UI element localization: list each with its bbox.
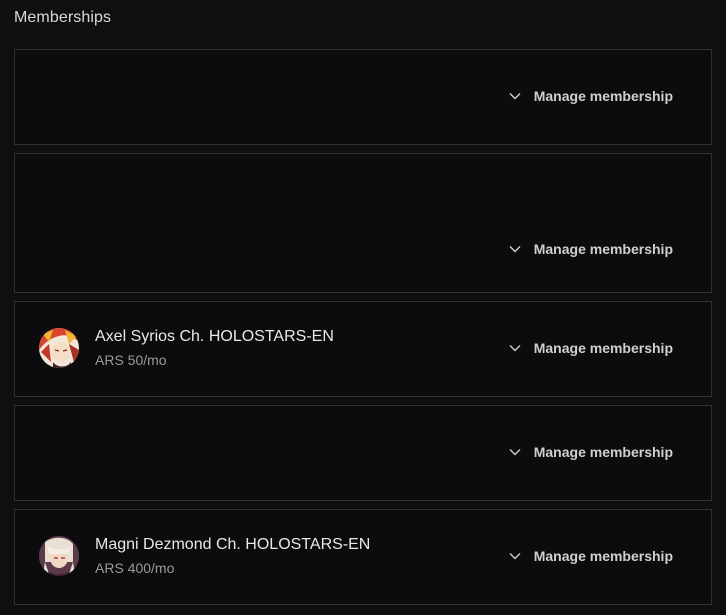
chevron-down-icon xyxy=(508,549,522,563)
manage-membership-label: Manage membership xyxy=(533,548,673,564)
membership-card: Axel Syrios Ch. HOLOSTARS-EN ARS 50/mo M… xyxy=(14,301,712,397)
channel-name[interactable]: Magni Dezmond Ch. HOLOSTARS-EN xyxy=(95,535,370,555)
manage-membership-button[interactable]: Manage membership xyxy=(508,241,673,257)
manage-membership-label: Manage membership xyxy=(533,340,673,356)
manage-membership-button[interactable]: Manage membership xyxy=(508,88,673,104)
membership-card: Manage membership xyxy=(14,49,712,145)
channel-info: Axel Syrios Ch. HOLOSTARS-EN ARS 50/mo xyxy=(39,327,334,369)
manage-membership-label: Manage membership xyxy=(533,88,673,104)
chevron-down-icon xyxy=(508,341,522,355)
channel-info: Magni Dezmond Ch. HOLOSTARS-EN ARS 400/m… xyxy=(39,535,370,577)
membership-card: Manage membership xyxy=(14,405,712,501)
chevron-down-icon xyxy=(508,89,522,103)
manage-membership-label: Manage membership xyxy=(533,241,673,257)
membership-price: ARS 400/mo xyxy=(95,560,175,576)
page-title: Memberships xyxy=(14,9,112,26)
membership-price: ARS 50/mo xyxy=(95,352,167,368)
channel-name[interactable]: Axel Syrios Ch. HOLOSTARS-EN xyxy=(95,327,334,347)
membership-card: Manage membership xyxy=(14,153,712,293)
manage-membership-button[interactable]: Manage membership xyxy=(508,340,673,356)
manage-membership-button[interactable]: Manage membership xyxy=(508,444,673,460)
manage-membership-label: Manage membership xyxy=(533,444,673,460)
membership-card: Magni Dezmond Ch. HOLOSTARS-EN ARS 400/m… xyxy=(14,509,712,605)
channel-avatar[interactable] xyxy=(39,328,79,368)
chevron-down-icon xyxy=(508,445,522,459)
channel-avatar[interactable] xyxy=(39,536,79,576)
chevron-down-icon xyxy=(508,242,522,256)
manage-membership-button[interactable]: Manage membership xyxy=(508,548,673,564)
